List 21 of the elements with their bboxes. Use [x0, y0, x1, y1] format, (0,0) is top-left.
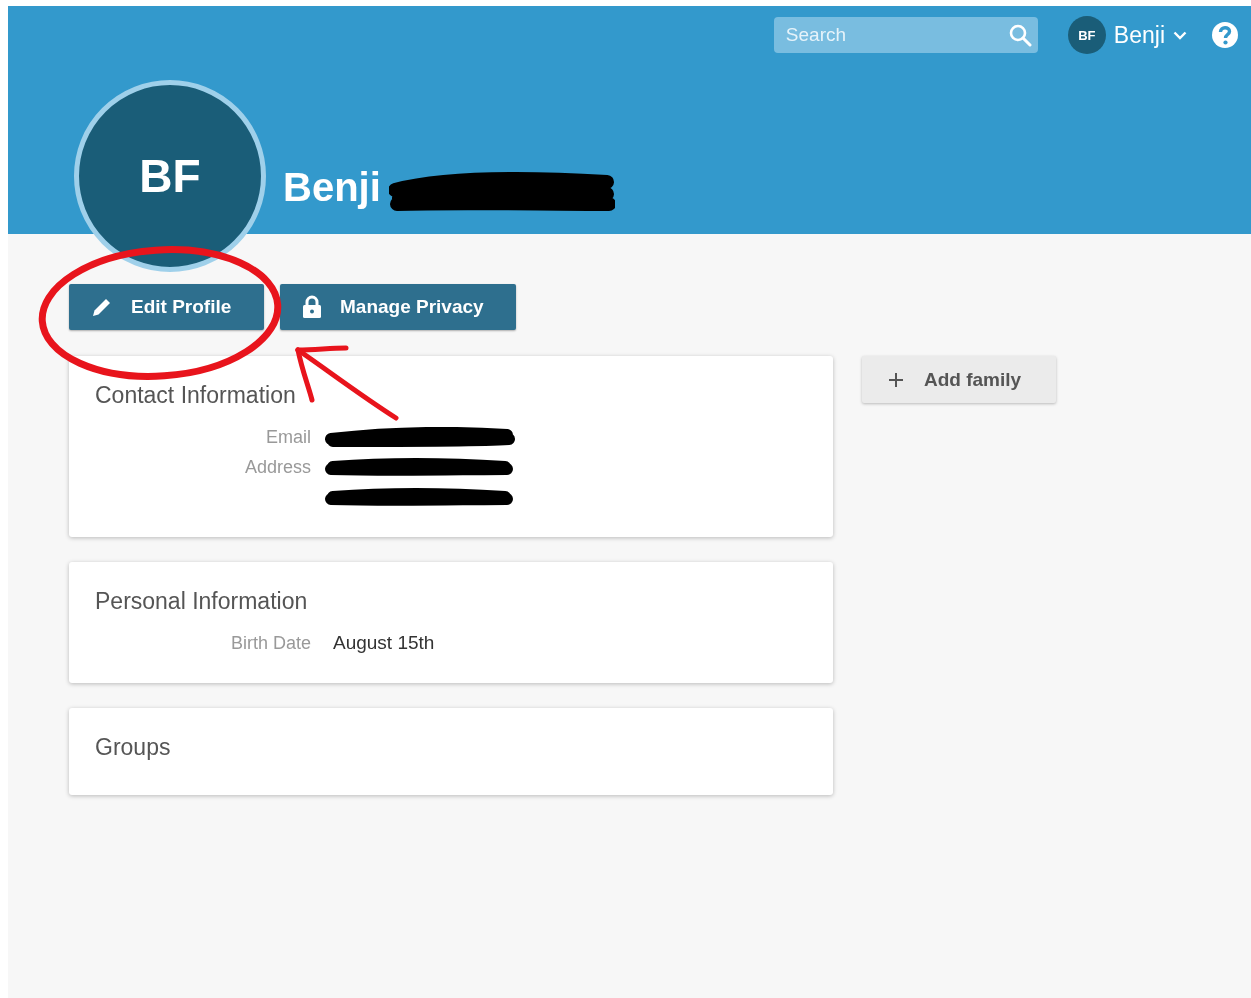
field-label: Address: [243, 456, 311, 478]
card-title: Personal Information: [95, 588, 309, 615]
edit-profile-button[interactable]: Edit Profile: [69, 284, 264, 330]
profile-name: Benji: [283, 164, 381, 210]
chevron-down-icon: [1173, 30, 1187, 40]
field-value: August 15th: [333, 632, 435, 654]
add-family-button[interactable]: Add family: [862, 356, 1056, 403]
lock-icon: [302, 295, 322, 319]
user-name: Benji: [1113, 21, 1165, 49]
field-label: Birth Date: [229, 632, 311, 654]
help-icon[interactable]: [1211, 21, 1239, 49]
user-menu[interactable]: BF Benji: [1067, 16, 1187, 54]
card-title: Groups: [95, 734, 172, 761]
card-title: Contact Information: [95, 382, 297, 409]
field-label: Email: [265, 426, 311, 448]
manage-privacy-button[interactable]: Manage Privacy: [280, 284, 516, 330]
search-icon: [1007, 23, 1032, 47]
search-field[interactable]: Search: [773, 17, 1038, 53]
plus-icon: [888, 371, 904, 388]
user-avatar: BF: [1067, 16, 1106, 54]
pencil-icon: [91, 296, 113, 318]
